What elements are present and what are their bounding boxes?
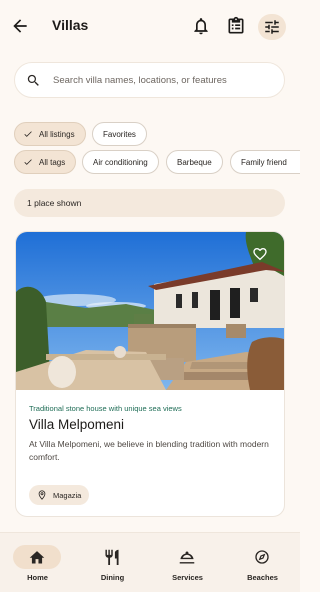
chip-family-friendly[interactable]: Family friend (230, 150, 300, 174)
favorite-heart-icon[interactable] (252, 246, 268, 262)
page-title: Villas (52, 17, 89, 33)
nav-label: Dining (100, 573, 125, 582)
nav-item-beaches[interactable]: Beaches (225, 533, 300, 592)
nav-item-home[interactable]: Home (0, 533, 75, 592)
chip-label: Barbeque (177, 157, 212, 167)
chip-all-tags[interactable]: All tags (14, 150, 77, 174)
bottom-navigation: Home Dining Services Beaches (0, 532, 300, 592)
chip-all-listings[interactable]: All listings (14, 122, 86, 146)
clipboard-list-icon[interactable] (226, 16, 246, 36)
nav-item-services[interactable]: Services (150, 533, 225, 592)
chip-label: Air conditioning (93, 157, 148, 167)
check-icon (23, 157, 33, 167)
nav-label: Beaches (247, 573, 278, 582)
search-input[interactable]: Search villa names, locations, or featur… (53, 75, 227, 86)
chip-label: All listings (39, 129, 75, 139)
search-icon (26, 73, 41, 88)
room-service-icon (178, 549, 196, 565)
filter-settings-button[interactable] (258, 14, 286, 40)
location-pin-icon (37, 490, 53, 500)
back-arrow-icon[interactable] (10, 16, 30, 36)
villa-description: At Villa Melpomeni, we believe in blendi… (29, 439, 269, 462)
villa-name: Villa Melpomeni (29, 417, 125, 432)
chip-label: All tags (39, 157, 66, 167)
search-bar[interactable]: Search villa names, locations, or featur… (14, 62, 285, 98)
tune-icon (263, 18, 281, 36)
home-icon (28, 549, 46, 565)
bell-icon[interactable] (191, 16, 211, 36)
villa-tagline: Traditional stone house with unique sea … (29, 404, 182, 413)
nav-label: Services (172, 573, 203, 582)
chip-label: Family friend (241, 157, 287, 167)
chip-air-conditioning[interactable]: Air conditioning (82, 150, 159, 174)
nav-label: Home (27, 573, 48, 582)
villa-card[interactable]: Traditional stone house with unique sea … (15, 231, 285, 517)
top-app-bar: Villas (0, 0, 300, 52)
location-label: Magazia (53, 490, 82, 500)
villa-photo (16, 232, 284, 390)
chip-label: Favorites (103, 129, 136, 139)
location-badge[interactable]: Magazia (29, 485, 90, 505)
nav-item-dining[interactable]: Dining (75, 533, 150, 592)
check-icon (23, 129, 33, 139)
compass-icon (253, 549, 271, 565)
chip-favorites[interactable]: Favorites (92, 122, 147, 146)
dining-icon (103, 549, 121, 565)
chip-barbeque[interactable]: Barbeque (166, 150, 223, 174)
results-count: 1 place shown (14, 189, 285, 217)
